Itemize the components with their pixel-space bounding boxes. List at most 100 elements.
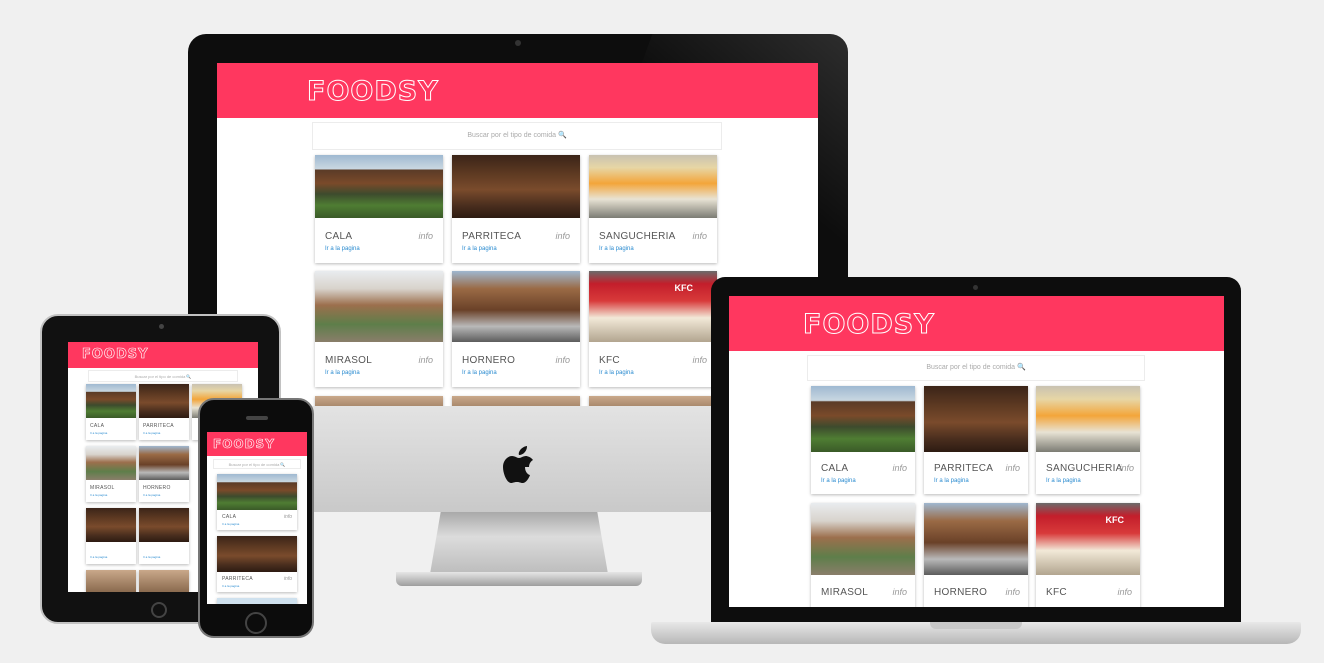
storefront-photo (452, 271, 580, 342)
restaurant-card[interactable]: HORNERO Ir a la pagina (139, 446, 189, 502)
site-header: FOODSY (207, 432, 307, 456)
restaurant-card[interactable]: CALA info Ir a la pagina (315, 155, 443, 263)
restaurant-card[interactable]: MIRASOL Ir a la pagina (86, 446, 136, 502)
info-link[interactable]: info (284, 576, 292, 582)
home-button-icon[interactable] (151, 602, 167, 618)
restaurant-name: KFC (599, 355, 620, 366)
info-link[interactable]: info (692, 231, 707, 241)
info-link[interactable]: info (555, 231, 570, 241)
restaurant-card[interactable]: PARRITECA info Ir a la pagina (452, 155, 580, 263)
go-to-page-link[interactable]: Ir a la pagina (325, 246, 360, 252)
restaurant-name: HORNERO (934, 587, 988, 598)
site-header: FOODSY (729, 296, 1224, 351)
restaurant-card[interactable]: HORNERO info (924, 503, 1028, 607)
info-link[interactable]: info (1005, 463, 1020, 473)
storefront-photo (315, 271, 443, 342)
info-link[interactable]: info (892, 587, 907, 597)
restaurant-name: CALA (325, 231, 353, 242)
camera-dot-icon (159, 324, 164, 329)
go-to-page-link[interactable]: Ir a la pagina (599, 246, 634, 252)
macbook-screen: FOODSY Buscar por el tipo de comida 🔍 CA… (729, 296, 1224, 607)
search-input[interactable]: Buscar por el tipo de comida 🔍 (213, 459, 301, 469)
site-logo[interactable]: FOODSY (213, 437, 275, 452)
info-link[interactable]: info (418, 355, 433, 365)
info-link[interactable]: info (892, 463, 907, 473)
kiosk-photo (1036, 386, 1140, 452)
restaurant-card[interactable]: MIRASOL info Ir a la pagina (315, 271, 443, 387)
go-to-page-link[interactable]: Ir a la pagina (222, 522, 239, 526)
site-logo[interactable]: FOODSY (307, 76, 439, 108)
restaurant-card[interactable] (315, 396, 443, 406)
camera-dot-icon (973, 285, 978, 290)
go-to-page-link[interactable]: Ir a la pagina (462, 370, 497, 376)
go-to-page-link[interactable]: Ir a la pagina (143, 431, 160, 435)
go-to-page-link[interactable]: Ir a la pagina (222, 584, 239, 588)
restaurant-card[interactable]: CALA Ir a la pagina (86, 384, 136, 440)
restaurant-name: HORNERO (143, 485, 171, 491)
restaurant-card[interactable]: SANGUCHERIA info Ir a la pagina (1036, 386, 1140, 494)
restaurant-name: PARRITECA (222, 576, 253, 582)
restaurant-card[interactable]: PARRITECA info Ir a la pagina (217, 536, 297, 592)
restaurant-name: PARRITECA (462, 231, 522, 242)
go-to-page-link[interactable]: Ir a la pagina (143, 493, 160, 497)
restaurant-card[interactable]: CALA info Ir a la pagina (811, 386, 915, 494)
restaurant-card[interactable]: SANGUCHERIA info Ir a la pagina (589, 155, 717, 263)
restaurant-card[interactable]: Ir a la pagina (139, 508, 189, 564)
restaurant-card[interactable] (217, 598, 297, 604)
go-to-page-link[interactable]: Ir a la pagina (90, 555, 107, 559)
info-link[interactable]: info (692, 355, 707, 365)
info-link[interactable]: info (1005, 587, 1020, 597)
go-to-page-link[interactable]: Ir a la pagina (90, 431, 107, 435)
restaurant-card[interactable] (139, 570, 189, 592)
go-to-page-link[interactable]: Ir a la pagina (90, 493, 107, 497)
site-header: FOODSY (68, 342, 258, 368)
site-logo[interactable]: FOODSY (803, 309, 935, 341)
restaurant-card[interactable]: MIRASOL info (811, 503, 915, 607)
restaurant-name: MIRASOL (90, 485, 115, 491)
storefront-photo (924, 503, 1028, 575)
restaurant-card[interactable]: Ir a la pagina (86, 508, 136, 564)
interior-photo (139, 508, 189, 542)
info-link[interactable]: info (284, 514, 292, 520)
info-link[interactable]: info (1117, 587, 1132, 597)
home-button-icon[interactable] (245, 612, 267, 634)
restaurant-name: PARRITECA (143, 423, 174, 429)
speaker-icon (246, 416, 268, 420)
go-to-page-link[interactable]: Ir a la pagina (599, 370, 634, 376)
restaurant-card[interactable]: KFC KFC info Ir a la pagina (589, 271, 717, 387)
restaurant-name: SANGUCHERIA (1046, 463, 1123, 474)
site-logo[interactable]: FOODSY (82, 347, 149, 363)
macbook-opening-notch (930, 622, 1022, 629)
imac-stand-foot (396, 572, 642, 586)
go-to-page-link[interactable]: Ir a la pagina (934, 478, 969, 484)
info-link[interactable]: info (555, 355, 570, 365)
restaurant-card[interactable] (589, 396, 717, 406)
restaurant-name: KFC (1046, 587, 1067, 598)
info-link[interactable]: info (1119, 463, 1134, 473)
go-to-page-link[interactable]: Ir a la pagina (143, 555, 160, 559)
go-to-page-link[interactable]: Ir a la pagina (462, 246, 497, 252)
search-input[interactable]: Buscar por el tipo de comida 🔍 (88, 370, 238, 382)
restaurant-card[interactable]: PARRITECA Ir a la pagina (139, 384, 189, 440)
restaurant-card[interactable] (452, 396, 580, 406)
go-to-page-link[interactable]: Ir a la pagina (1046, 478, 1081, 484)
restaurant-name: HORNERO (462, 355, 516, 366)
restaurant-name: MIRASOL (325, 355, 373, 366)
storefront-photo (217, 474, 297, 510)
go-to-page-link[interactable]: Ir a la pagina (821, 478, 856, 484)
go-to-page-link[interactable]: Ir a la pagina (325, 370, 360, 376)
restaurant-name: MIRASOL (821, 587, 869, 598)
restaurant-card[interactable]: HORNERO info Ir a la pagina (452, 271, 580, 387)
restaurant-card[interactable]: CALA info Ir a la pagina (217, 474, 297, 530)
restaurant-card[interactable]: PARRITECA info Ir a la pagina (924, 386, 1028, 494)
restaurant-name: CALA (821, 463, 849, 474)
interior-photo (139, 384, 189, 418)
site-header: FOODSY (217, 63, 818, 118)
info-link[interactable]: info (418, 231, 433, 241)
storefront-photo (315, 155, 443, 218)
restaurant-card[interactable] (86, 570, 136, 592)
search-input[interactable]: Buscar por el tipo de comida 🔍 (807, 355, 1145, 381)
restaurant-name: SANGUCHERIA (599, 231, 676, 242)
search-input[interactable]: Buscar por el tipo de comida 🔍 (312, 122, 722, 150)
restaurant-card[interactable]: KFC KFC info (1036, 503, 1140, 607)
